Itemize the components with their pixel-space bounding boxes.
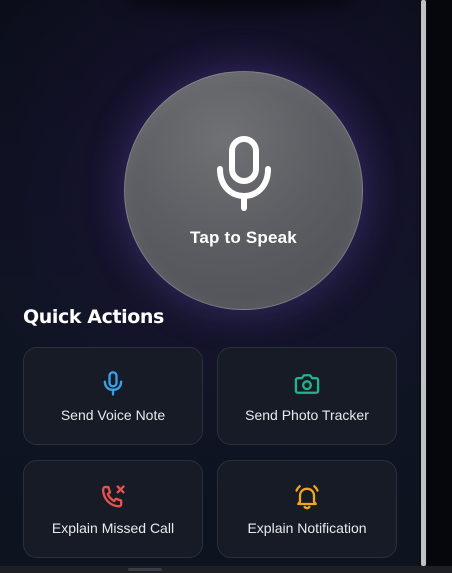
send-voice-note-button[interactable]: Send Voice Note [23, 347, 203, 445]
explain-notification-button[interactable]: Explain Notification [217, 460, 397, 558]
tap-to-speak-label: Tap to Speak [190, 228, 297, 247]
explain-missed-call-label: Explain Missed Call [51, 520, 175, 536]
camera-icon [294, 374, 320, 394]
missed-call-icon [101, 485, 125, 508]
send-photo-tracker-button[interactable]: Send Photo Tracker [217, 347, 397, 445]
explain-notification-label: Explain Notification [247, 520, 367, 536]
bell-icon [295, 485, 319, 510]
bottom-bar [0, 566, 452, 573]
tap-to-speak-button[interactable]: Tap to Speak [124, 71, 363, 310]
send-photo-tracker-label: Send Photo Tracker [245, 407, 369, 423]
quick-actions-title: Quick Actions [23, 306, 164, 328]
explain-missed-call-button[interactable]: Explain Missed Call [23, 460, 203, 558]
top-shadow [120, 0, 360, 12]
send-voice-note-label: Send Voice Note [60, 407, 166, 423]
window-edge [427, 0, 452, 573]
microphone-icon [217, 136, 271, 211]
scrollbar-thumb[interactable] [421, 0, 426, 566]
microphone-icon [103, 371, 123, 396]
bottom-handle[interactable] [128, 568, 162, 571]
app-screen: Tap to Speak Quick Actions Send Voice No… [0, 0, 419, 566]
